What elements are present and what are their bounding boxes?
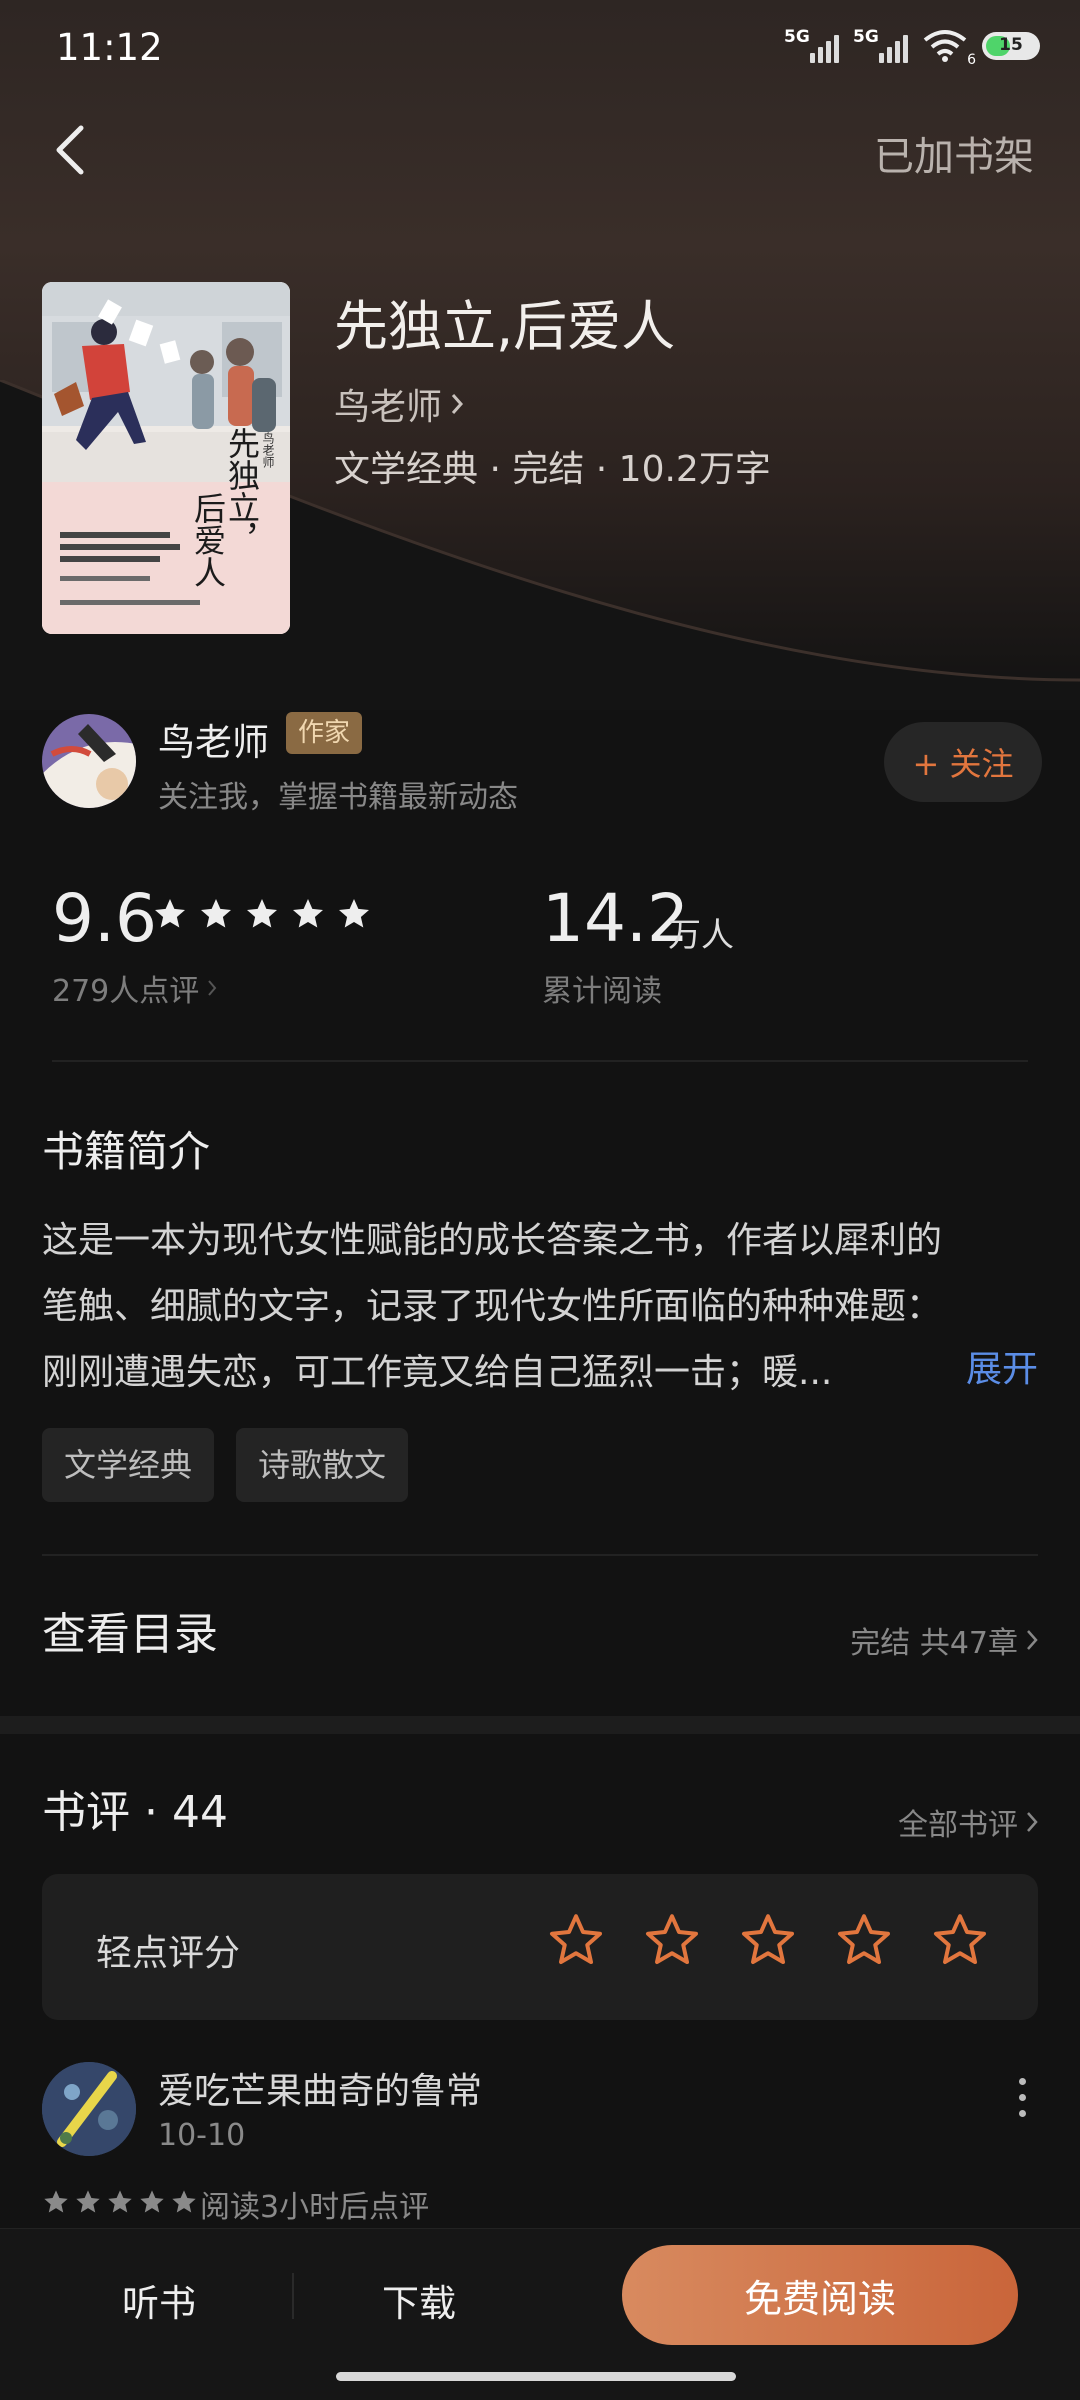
author-avatar[interactable] [42,714,136,808]
star-icon [140,2190,164,2213]
star-outline-icon[interactable] [930,1910,990,1970]
book-stats: 9.6 279人点评 14.2 万人 累计阅读 [52,880,1032,1010]
signal-icon: 5G [784,27,839,63]
rate-label: 轻点评分 [96,1933,241,1974]
reviewer-avatar[interactable] [42,2062,136,2156]
free-read-label: 免费阅读 [743,2276,896,2321]
toc-info-text: 完结 共47章 [850,1626,1018,1661]
star-icon [76,2190,100,2213]
added-to-shelf-button[interactable]: 已加书架 [874,124,1034,182]
review-item[interactable]: 爱吃芒果曲奇的鲁常 10-10 阅读3小时后点评 [42,2062,1038,2232]
status-time: 11:12 [56,26,163,69]
rating-stars [152,896,372,932]
more-vertical-icon[interactable] [1012,2078,1032,2117]
star-icon [172,2190,196,2213]
wifi-sub-label: 6 [967,52,976,68]
star-icon [293,899,323,928]
cover-illustration: 先独立， 后爱人 鸟老师 [42,282,290,634]
author-name[interactable]: 鸟老师 [158,712,269,766]
toc-title: 查看目录 [42,1609,218,1660]
chevron-right-icon [451,394,464,414]
book-title: 先独立,后爱人 [334,295,676,358]
divider [292,2273,294,2319]
star-icon [247,899,277,928]
cover-author: 鸟老师 [261,431,275,468]
book-meta: 文学经典 · 完结 · 10.2万字 [334,449,771,490]
tag-chip[interactable]: 文学经典 [42,1428,215,1502]
star-icon [44,2190,68,2213]
star-icon [201,899,231,928]
battery-level: 15 [999,35,1023,55]
reviewer-name[interactable]: 爱吃芒果曲奇的鲁常 [158,2062,482,2114]
intro-line: 这是一本为现代女性赋能的成长答案之书，作者以犀利的 [42,1220,943,1261]
free-read-button[interactable]: 免费阅读 [622,2245,1018,2345]
cover-title: 先独立， [223,427,261,555]
book-cover: 先独立， 后爱人 鸟老师 [42,282,290,634]
chevron-right-icon [1027,1630,1038,1650]
intro-line: 刚刚遭遇失恋，可工作竟又给自己猛烈一击；暖... [42,1352,833,1393]
chevron-right-icon [208,980,217,996]
listen-button[interactable]: 听书 [122,2273,196,2327]
intro-text: 这是一本为现代女性赋能的成长答案之书，作者以犀利的 笔触、细腻的文字，记录了现代… [42,1208,1042,1406]
battery-icon: 15 [982,32,1040,60]
follow-label: + 关注 [912,745,1014,783]
status-icons: 5G 5G 6 15 [784,27,1040,68]
book-author-name: 鸟老师 [334,387,443,428]
download-button[interactable]: 下载 [382,2273,456,2327]
rating-count-link[interactable]: 279人点评 [52,966,217,1010]
reads-value: 14.2 [542,880,689,957]
back-button[interactable] [40,112,100,188]
star-outline-icon[interactable] [546,1910,606,1970]
signal-icon: 5G [853,27,908,63]
star-outline-icon[interactable] [642,1910,702,1970]
star-icon [155,899,185,928]
network-label: 5G [784,27,810,47]
follow-button[interactable]: + 关注 [884,722,1042,802]
reads-unit: 万人 [668,915,734,954]
reads-label: 累计阅读 [542,974,662,1009]
star-outline-icon[interactable] [834,1910,894,1970]
divider [42,1554,1038,1556]
chevron-right-icon [1027,1812,1038,1832]
all-reviews-label: 全部书评 [898,1808,1018,1843]
rating-count: 279人点评 [52,974,200,1009]
tag-list: 文学经典 诗歌散文 [42,1428,409,1502]
chevron-left-icon [56,125,84,175]
tag-chip[interactable]: 诗歌散文 [236,1428,409,1502]
rating-score: 9.6 [52,880,157,957]
all-reviews-link[interactable]: 全部书评 [898,1800,1038,1844]
review-note: 阅读3小时后点评 [200,2190,430,2225]
rate-card: 轻点评分 [42,1874,1038,2020]
section-separator [0,1716,1080,1734]
author-badge: 作家 [286,712,363,754]
home-indicator[interactable] [336,2372,736,2381]
status-bar: 11:12 5G 5G 6 15 [0,0,1080,100]
wifi-icon: 6 [922,28,976,68]
star-outline-icon[interactable] [738,1910,798,1970]
cover-title: 后爱人 [189,492,227,588]
table-of-contents-row[interactable]: 查看目录 完结 共47章 [42,1598,1038,1678]
network-label: 5G [853,27,879,47]
reviews-title: 书评 · 44 [42,1787,228,1838]
star-icon [339,899,369,928]
author-card: 鸟老师 作家 关注我，掌握书籍最新动态 + 关注 [42,712,1042,815]
divider [52,1060,1028,1062]
intro-title: 书籍简介 [42,1127,211,1176]
star-icon [108,2190,132,2213]
author-subtitle: 关注我，掌握书籍最新动态 [158,780,518,815]
book-author-link[interactable]: 鸟老师 [334,378,464,430]
expand-button[interactable]: 展开 [966,1340,1038,1392]
review-date: 10-10 [158,2118,246,2153]
rate-stars [546,1910,990,1970]
intro-line: 笔触、细腻的文字，记录了现代女性所面临的种种难题： [42,1286,943,1327]
toc-info: 完结 共47章 [850,1618,1038,1662]
review-stars [42,2188,198,2216]
